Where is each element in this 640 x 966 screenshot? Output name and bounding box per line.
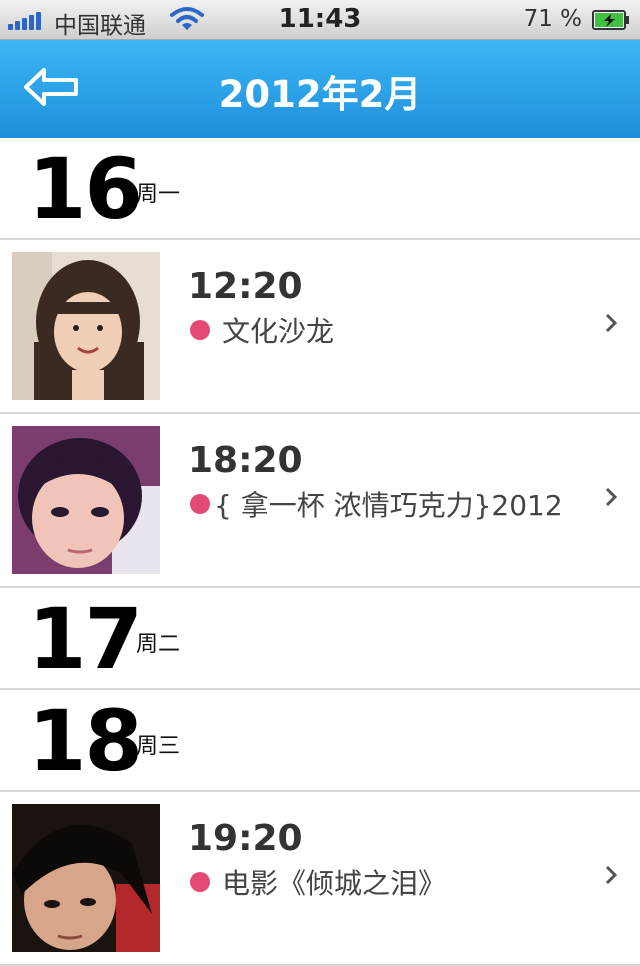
chevron-right-icon [605,487,618,507]
event-row[interactable]: 19:20 电影《倾城之泪》 [0,792,640,966]
event-time: 18:20 [188,440,303,481]
event-row[interactable]: 18:20 { 拿一杯 浓情巧克力}2012 [0,414,640,588]
avatar [12,252,160,400]
page-title: 2012年2月 [218,73,422,116]
event-time: 19:20 [188,818,303,859]
weekday-label: 周二 [136,632,181,657]
day-number: 16 [28,140,143,238]
event-title: { 拿一杯 浓情巧克力}2012 [214,489,563,522]
day-number: 17 [28,590,143,688]
schedule-list: 16 周一 12:20 文化沙龙 18:20 {拿一杯 浓情巧克力}2012 … [0,138,640,966]
avatar [12,426,160,574]
day-header: 16 周一 [0,138,640,240]
day-header: 18 周三 [0,690,640,792]
chevron-right-icon [605,865,618,885]
day-header: 17 周二 [0,588,640,690]
event-row[interactable]: 12:20 文化沙龙 [0,240,640,414]
event-dot-icon [190,872,210,892]
chevron-right-icon [605,313,618,333]
battery-percent: 71 % [523,6,582,32]
status-bar: 中国联通 11:43 71 % [0,0,640,40]
event-title: 文化沙龙 [222,315,335,348]
avatar [12,804,160,952]
weekday-label: 周三 [136,734,181,759]
event-dot-icon [190,494,210,514]
battery-charging-icon [592,10,629,30]
event-time: 12:20 [188,266,303,307]
weekday-label: 周一 [136,182,181,207]
navigation-bar: 2012年2月 [0,40,640,138]
day-number: 18 [28,692,143,790]
event-dot-icon [190,320,210,340]
event-title: 电影《倾城之泪》 [222,867,447,900]
